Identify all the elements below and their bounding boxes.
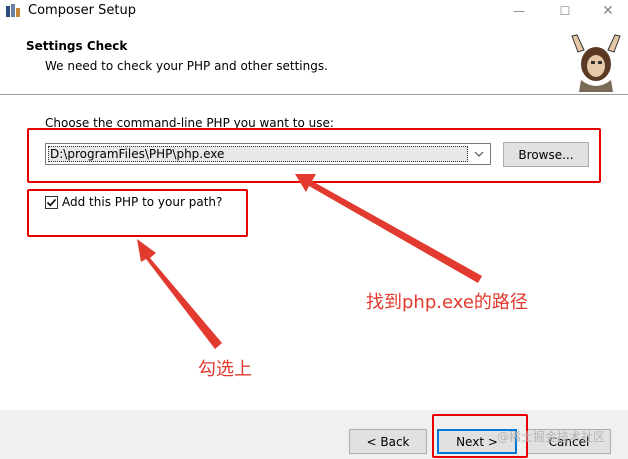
minimize-button[interactable]: — (496, 0, 542, 22)
back-button[interactable]: < Back (349, 429, 427, 454)
annotation-find-php: 找到php.exe的路径 (366, 292, 528, 313)
minimize-icon: — (513, 4, 525, 18)
close-button[interactable]: ✕ (588, 0, 628, 22)
window-title: Composer Setup (28, 3, 136, 18)
annotation-check-it: 勾选上 (198, 359, 252, 380)
wizard-header: Settings Check We need to check your PHP… (0, 22, 628, 94)
checkbox-highlight-box (27, 189, 248, 237)
page-title: Settings Check (26, 39, 128, 53)
watermark: @稀土掘金技术社区 (497, 430, 606, 444)
maximize-button[interactable]: ☐ (542, 0, 588, 22)
composer-logo-icon (571, 34, 621, 92)
maximize-icon: ☐ (559, 4, 571, 18)
title-bar: Composer Setup — ☐ ✕ (0, 0, 628, 22)
php-path-highlight-box (27, 128, 601, 183)
composer-app-icon (6, 4, 20, 17)
close-icon: ✕ (602, 3, 614, 19)
page-subtitle: We need to check your PHP and other sett… (45, 59, 328, 73)
